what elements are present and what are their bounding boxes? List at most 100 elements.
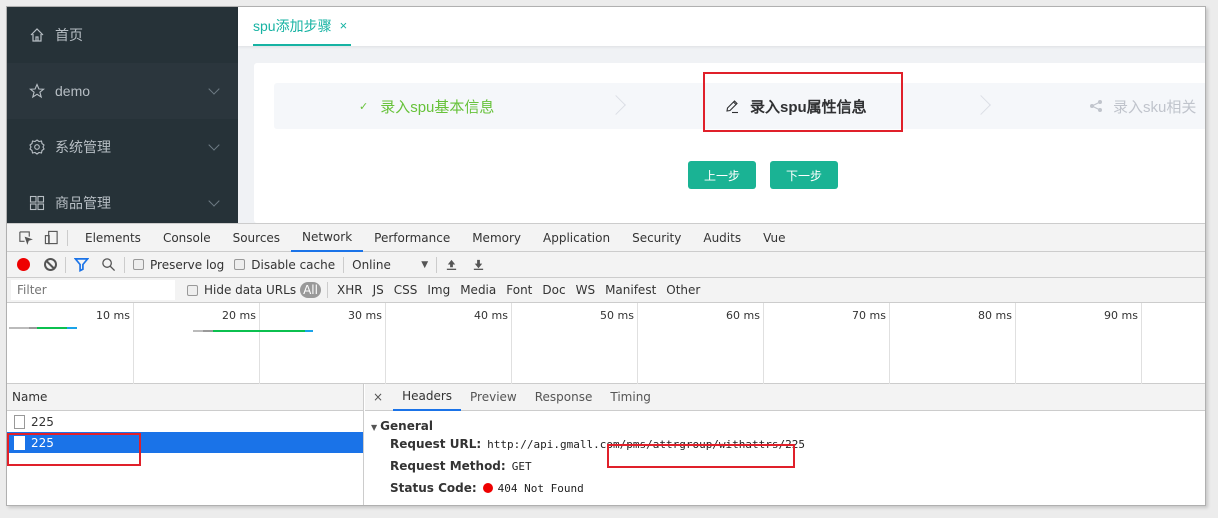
timeline-gridline: [1015, 303, 1016, 384]
tab-spu-add-steps[interactable]: spu添加步骤 ×: [253, 7, 351, 46]
step-separator-icon: [971, 95, 991, 115]
filter-type-manifest[interactable]: Manifest: [605, 283, 656, 297]
filter-input[interactable]: [11, 280, 175, 300]
sidebar-item-demo[interactable]: demo: [7, 63, 238, 119]
sidebar-item-label: 系统管理: [55, 139, 111, 155]
export-har-icon[interactable]: [472, 258, 485, 271]
step-label: 录入spu基本信息: [380, 98, 495, 116]
filter-type-media[interactable]: Media: [460, 283, 496, 297]
filter-type-css[interactable]: CSS: [394, 283, 418, 297]
status-code-row: Status Code: 404 Not Found: [390, 481, 584, 495]
timeline-gridline: [889, 303, 890, 384]
details-tab-response[interactable]: Response: [526, 384, 602, 411]
filter-type-img[interactable]: Img: [427, 283, 450, 297]
filter-type-ws[interactable]: WS: [576, 283, 595, 297]
details-tab-preview[interactable]: Preview: [461, 384, 526, 411]
prev-step-button[interactable]: 上一步: [688, 161, 756, 189]
general-section-toggle[interactable]: ▼ General: [365, 411, 1205, 433]
throttling-select[interactable]: Online ▼: [352, 258, 428, 272]
devtools-tab-performance[interactable]: Performance: [363, 224, 461, 252]
triangle-down-icon: ▼: [371, 423, 378, 432]
timeline-gridline: [385, 303, 386, 384]
timeline-tick-label: 30 ms: [348, 309, 382, 322]
filter-type-other[interactable]: Other: [666, 283, 700, 297]
filter-type-js[interactable]: JS: [373, 283, 384, 297]
close-icon[interactable]: ×: [340, 18, 348, 33]
network-timeline-overview[interactable]: 10 ms 20 ms 30 ms 40 ms 50 ms 60 ms 70 m…: [7, 303, 1205, 384]
annotation-highlight-request: [7, 433, 141, 466]
tab-label: spu添加步骤: [253, 17, 332, 34]
annotation-highlight-url: [607, 444, 795, 468]
details-tab-headers[interactable]: Headers: [393, 384, 462, 411]
devtools-tab-elements[interactable]: Elements: [74, 224, 152, 252]
tab-bar: spu添加步骤 ×: [238, 7, 1205, 46]
filter-type-font[interactable]: Font: [506, 283, 532, 297]
document-icon: [14, 414, 25, 429]
clear-icon[interactable]: [44, 258, 57, 271]
hide-data-urls-checkbox[interactable]: Hide data URLs: [187, 283, 296, 297]
filter-type-xhr[interactable]: XHR: [337, 283, 363, 297]
network-toolbar: Preserve log Disable cache Online ▼: [7, 252, 1205, 278]
search-icon[interactable]: [101, 257, 116, 272]
devtools-tab-vue[interactable]: Vue: [752, 224, 796, 252]
request-url-host: http://api.gmall.com/: [487, 437, 627, 451]
sidebar-item-label: 商品管理: [55, 195, 111, 211]
app-area: 首页 demo 系统管理 商品管理 spu添加步骤 × ✓ 录入spu基本信息 …: [7, 7, 1205, 223]
devtools-tab-bar: Elements Console Sources Network Perform…: [7, 224, 1205, 252]
next-step-button[interactable]: 下一步: [770, 161, 838, 189]
filter-type-doc[interactable]: Doc: [542, 283, 565, 297]
close-icon[interactable]: ×: [373, 390, 383, 404]
timeline-tick-label: 60 ms: [726, 309, 760, 322]
devtools-tab-console[interactable]: Console: [152, 224, 222, 252]
timeline-gridline: [637, 303, 638, 384]
network-lower-pane: Name 225 225 × Headers Preview Response …: [7, 384, 1205, 505]
devtools-tab-security[interactable]: Security: [621, 224, 692, 252]
request-list-header[interactable]: Name: [7, 384, 363, 411]
status-error-icon: [482, 483, 493, 493]
home-icon: [29, 27, 45, 43]
divider: [436, 256, 438, 273]
timeline-tick-label: 90 ms: [1104, 309, 1138, 322]
screenshot-frame: 首页 demo 系统管理 商品管理 spu添加步骤 × ✓ 录入spu基本信息 …: [6, 6, 1206, 506]
step-separator-icon: [606, 95, 626, 115]
timeline-tick-label: 20 ms: [222, 309, 256, 322]
timeline-gridline: [133, 303, 134, 384]
timeline-tick-label: 70 ms: [852, 309, 886, 322]
inspect-element-icon[interactable]: [17, 230, 33, 246]
device-toolbar-icon[interactable]: [43, 230, 59, 246]
timeline-tick-label: 50 ms: [600, 309, 634, 322]
sidebar-item-system[interactable]: 系统管理: [7, 119, 238, 175]
request-row[interactable]: 225: [7, 411, 363, 432]
chevron-down-icon: [208, 83, 220, 95]
step-basic-info: ✓ 录入spu基本信息: [359, 83, 494, 129]
divider: [343, 256, 345, 273]
devtools-tab-application[interactable]: Application: [532, 224, 621, 252]
devtools-tab-audits[interactable]: Audits: [692, 224, 752, 252]
divider: [65, 256, 66, 273]
devtools-tab-memory[interactable]: Memory: [461, 224, 532, 252]
chevron-down-icon: [208, 195, 220, 207]
divider: [67, 229, 68, 246]
sidebar-item-label: 首页: [55, 27, 83, 43]
record-icon[interactable]: [17, 258, 30, 271]
sidebar: 首页 demo 系统管理 商品管理: [7, 7, 238, 223]
preserve-log-checkbox[interactable]: Preserve log: [133, 258, 224, 272]
step-label: 录入sku相关: [1113, 98, 1197, 116]
timeline-gridline: [1141, 303, 1142, 384]
share-icon: [1090, 100, 1102, 112]
details-tab-timing[interactable]: Timing: [601, 384, 660, 411]
divider: [124, 256, 125, 273]
devtools-tab-network[interactable]: Network: [291, 224, 364, 252]
step-sku-info: 录入sku相关: [1089, 83, 1196, 129]
filter-type-all[interactable]: All: [300, 282, 321, 298]
timeline-tick-label: 40 ms: [474, 309, 508, 322]
filter-icon[interactable]: [74, 257, 89, 272]
disable-cache-checkbox[interactable]: Disable cache: [234, 258, 335, 272]
dropdown-arrow-icon: ▼: [421, 259, 429, 270]
sidebar-item-home[interactable]: 首页: [7, 7, 238, 63]
details-tab-bar: × Headers Preview Response Timing: [365, 384, 1205, 411]
filter-bar: Hide data URLs All XHR JS CSS Img Media …: [7, 278, 1205, 303]
timeline-gridline: [511, 303, 512, 384]
devtools-tab-sources[interactable]: Sources: [222, 224, 291, 252]
import-har-icon[interactable]: [445, 258, 458, 271]
